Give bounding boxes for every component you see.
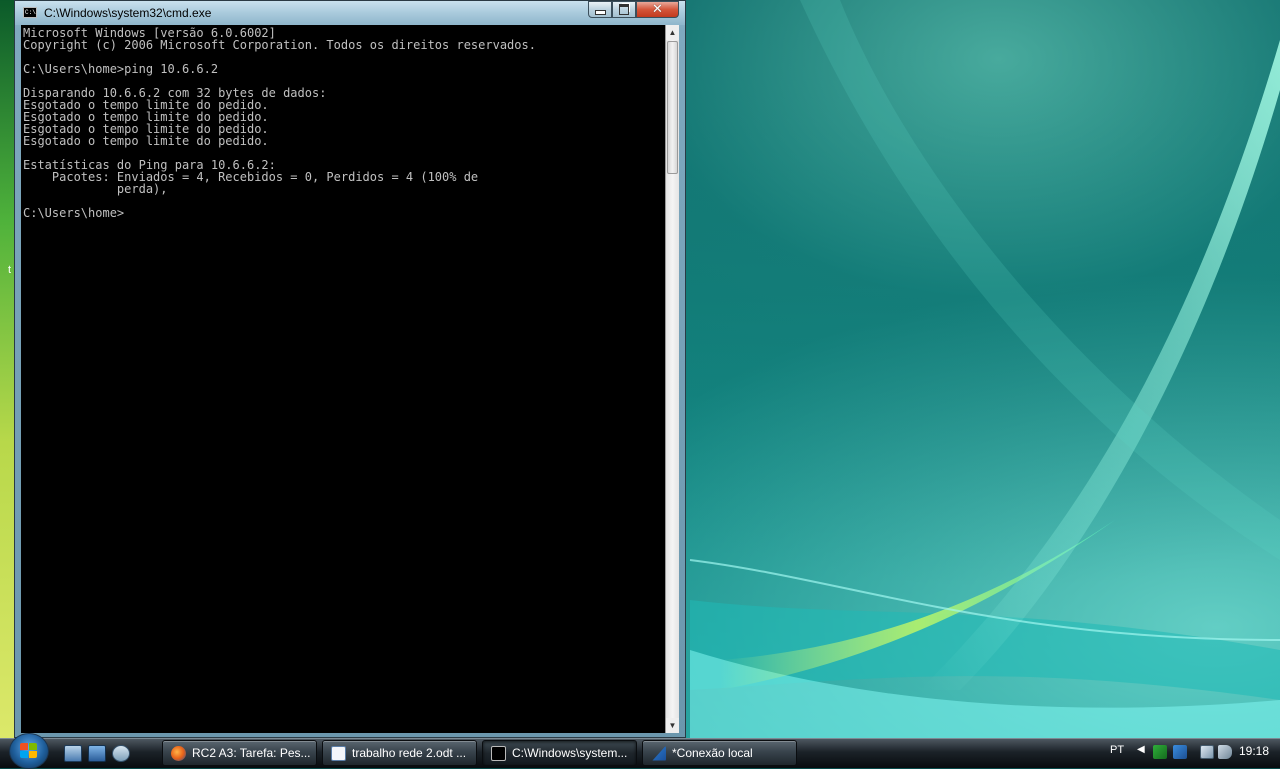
scroll-up-arrow-icon[interactable]: ▲ (666, 25, 679, 40)
console-line: Copyright (c) 2006 Microsoft Corporation… (23, 38, 536, 52)
start-button[interactable] (9, 733, 49, 769)
window-title: C:\Windows\system32\cmd.exe (44, 6, 212, 20)
console-line: C:\Users\home>ping 10.6.6.2 (23, 62, 219, 76)
security-check-icon[interactable] (1153, 745, 1167, 759)
close-icon: ✕ (652, 2, 663, 17)
window-titlebar[interactable]: C:\ C:\Windows\system32\cmd.exe ✕ (15, 1, 685, 25)
taskbar-button-firefox[interactable]: RC2 A3: Tarefa: Pes... (162, 740, 317, 766)
taskbar-button-wireshark[interactable]: *Conexão local (642, 740, 797, 766)
taskbar-button-cmd[interactable]: C:\Windows\system... (482, 740, 637, 766)
taskbar-button-label: *Conexão local (672, 746, 753, 760)
taskbar-button-label: trabalho rede 2.odt ... (352, 746, 467, 760)
console-prompt[interactable]: C:\Users\home> (23, 207, 124, 219)
show-desktop-icon[interactable] (64, 745, 82, 762)
desktop-edge-text: t (8, 264, 12, 276)
update-icon[interactable] (1173, 745, 1187, 759)
taskbar-button-label: RC2 A3: Tarefa: Pes... (192, 746, 311, 760)
volume-icon[interactable] (1218, 745, 1232, 759)
console-icon: C:\ (23, 7, 37, 18)
cmd-window[interactable]: C:\ C:\Windows\system32\cmd.exe ✕ Micros… (14, 0, 686, 738)
clock[interactable]: 19:18 (1239, 744, 1269, 758)
minimize-icon (594, 10, 606, 15)
console-icon (491, 745, 506, 761)
network-icon[interactable] (112, 745, 130, 762)
taskbar-button-document[interactable]: trabalho rede 2.odt ... (322, 740, 477, 766)
wallpaper-left-edge (0, 0, 14, 738)
console-line: Esgotado o tempo limite do pedido. (23, 134, 269, 148)
windows-logo-icon (20, 743, 38, 759)
wireshark-icon (652, 745, 666, 761)
language-indicator[interactable]: PT (1110, 744, 1124, 756)
minimize-button[interactable] (588, 1, 612, 18)
vertical-scrollbar[interactable]: ▲ ▼ (665, 25, 679, 733)
restore-button[interactable] (612, 1, 636, 18)
console-output[interactable]: Microsoft Windows [versão 6.0.6002] Copy… (21, 25, 665, 733)
restore-icon (619, 4, 629, 15)
close-button[interactable]: ✕ (636, 1, 679, 18)
console-line: perda), (23, 182, 168, 196)
show-hidden-icons-icon[interactable]: ◀ (1137, 744, 1145, 755)
firefox-icon (171, 745, 186, 761)
switch-windows-icon[interactable] (88, 745, 106, 762)
scrollbar-thumb[interactable] (667, 41, 678, 174)
document-icon (331, 745, 346, 761)
network-status-icon[interactable] (1200, 745, 1214, 759)
taskbar-button-label: C:\Windows\system... (512, 746, 628, 760)
scroll-down-arrow-icon[interactable]: ▼ (666, 718, 679, 733)
